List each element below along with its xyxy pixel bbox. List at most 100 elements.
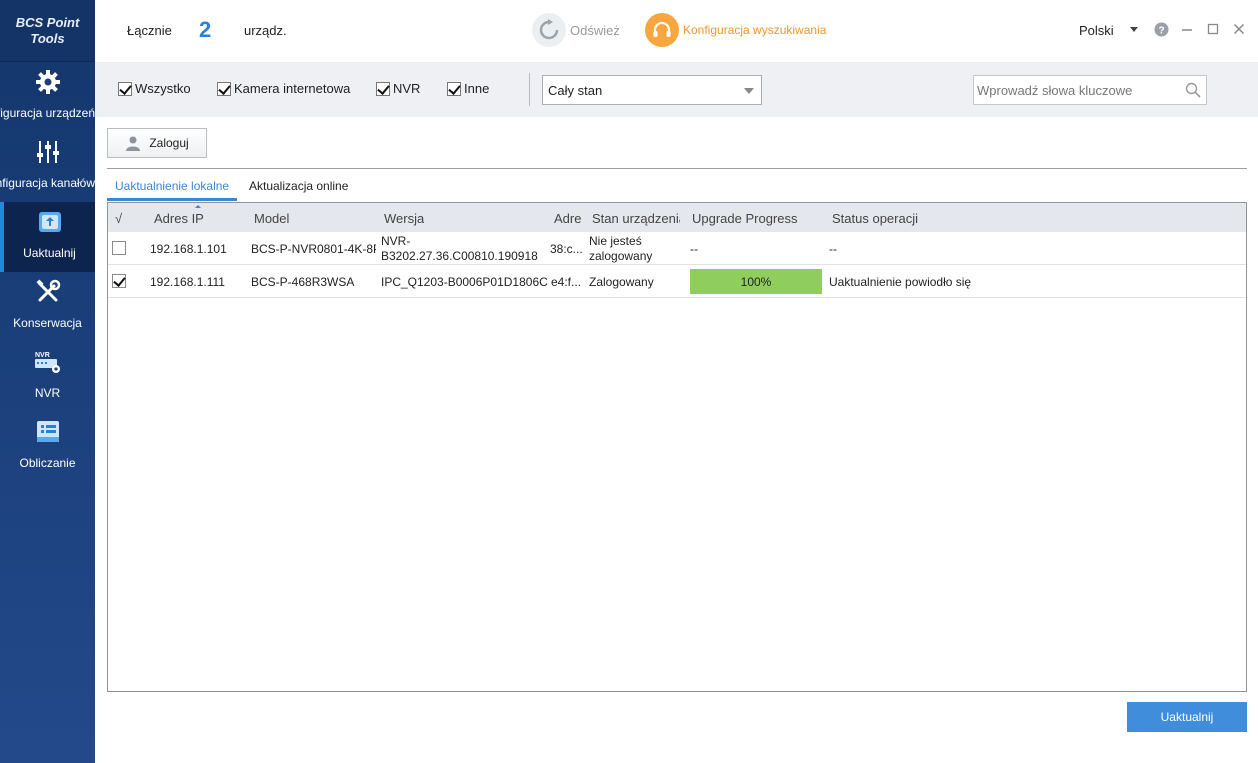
upgrade-progress-bar: 100% <box>690 269 822 294</box>
tab-online-update[interactable]: Aktualizacja online <box>241 179 356 201</box>
svg-text:?: ? <box>1158 25 1164 36</box>
language-select[interactable]: Polski <box>1079 23 1114 38</box>
cell-progress: -- <box>690 242 698 256</box>
sidebar-item-label: Konserwacja <box>13 316 82 330</box>
gear-icon <box>35 68 61 96</box>
brand-line-1: BCS Point <box>15 14 80 30</box>
row-checkbox[interactable] <box>112 274 126 288</box>
login-label: Zaloguj <box>149 136 189 150</box>
help-icon[interactable]: ? <box>1153 20 1169 38</box>
cell-model: BCS-P-468R3WSA <box>251 275 355 289</box>
column-header-model[interactable]: Model <box>254 211 289 226</box>
cell-ip: 192.168.1.111 <box>150 275 225 289</box>
separator <box>107 168 1247 169</box>
sidebar-item-channel-config[interactable]: Konfiguracja kanałów <box>0 132 95 202</box>
cell-state-line1: Nie jesteś <box>589 234 642 248</box>
filter-nvr-checkbox[interactable]: NVR <box>376 81 420 96</box>
column-header-ip[interactable]: Adres IP <box>154 205 204 226</box>
chevron-down-icon <box>744 88 754 94</box>
tools-icon <box>34 278 62 306</box>
state-filter-value: Cały stan <box>548 83 603 98</box>
cell-mac: 38:c... <box>550 242 583 256</box>
checkbox-box[interactable] <box>118 81 132 96</box>
checkbox-box[interactable] <box>376 81 390 96</box>
cell-model: BCS-P-NVR0801-4K-8P <box>251 242 376 256</box>
filter-camera-label: Kamera internetowa <box>234 81 351 96</box>
filter-all-checkbox[interactable]: Wszystko <box>118 81 191 96</box>
cell-ip: 192.168.1.101 <box>150 242 227 256</box>
cell-version-line2: B3202.27.36.C00810.190918 <box>381 249 538 263</box>
row-checkbox[interactable] <box>112 241 126 255</box>
table-row[interactable]: 192.168.1.111 BCS-P-468R3WSA IPC_Q1203-B… <box>108 265 1246 298</box>
search-config-label: Konfiguracja wyszukiwania <box>683 23 827 37</box>
search-config-button[interactable]: Konfiguracja wyszukiwania <box>645 13 826 47</box>
search-box <box>973 75 1207 105</box>
close-icon[interactable] <box>1231 20 1247 38</box>
column-header-device-state[interactable]: Stan urządzenia <box>592 211 680 226</box>
table-header: √ Adres IP Model Wersja Adres MAC Stan u… <box>108 203 1246 232</box>
total-label: Łącznie <box>127 23 172 38</box>
sidebar-item-label: Konfiguracja urządzeń <box>0 106 95 120</box>
sidebar: BCS Point Tools Konfiguracja urządzeń Ko… <box>0 0 95 763</box>
device-table: √ Adres IP Model Wersja Adres MAC Stan u… <box>107 202 1247 692</box>
sliders-icon <box>35 138 61 166</box>
upgrade-button[interactable]: Uaktualnij <box>1127 702 1247 732</box>
filter-camera-checkbox[interactable]: Kamera internetowa <box>217 81 350 96</box>
login-button[interactable]: Zaloguj <box>107 128 207 158</box>
sidebar-item-label: Konfiguracja kanałów <box>0 176 95 190</box>
total-unit: urządz. <box>244 23 287 38</box>
column-header-operation-status[interactable]: Status operacji <box>832 211 918 226</box>
refresh-button[interactable]: Odśwież <box>532 13 620 47</box>
cell-state: Zalogowany <box>589 275 654 289</box>
filter-all-label: Wszystko <box>135 81 191 96</box>
state-filter-select[interactable]: Cały stan <box>542 75 762 105</box>
column-header-mac[interactable]: Adres MAC <box>554 211 581 226</box>
column-header-version[interactable]: Wersja <box>384 211 424 226</box>
nvr-icon: NVR <box>34 348 62 376</box>
cell-version: IPC_Q1203-B0006P01D1806C01 <box>381 275 548 289</box>
sidebar-item-label: Obliczanie <box>19 456 76 470</box>
maximize-icon[interactable] <box>1205 20 1221 38</box>
filter-nvr-label: NVR <box>393 81 421 96</box>
header: Łącznie 2 urządz. Odśwież Konfiguracja w… <box>95 0 1258 62</box>
filter-other-label: Inne <box>464 81 490 96</box>
svg-text:NVR: NVR <box>35 352 50 359</box>
sidebar-item-label: NVR <box>34 386 61 400</box>
calculator-icon <box>34 418 62 446</box>
user-icon <box>126 136 141 151</box>
device-count: 2 <box>199 17 212 42</box>
refresh-icon <box>532 13 566 47</box>
cell-status: Uaktualnienie powiodło się <box>829 275 972 289</box>
minimize-icon[interactable] <box>1179 20 1195 38</box>
column-header-check[interactable]: √ <box>115 211 122 226</box>
sidebar-item-calculation[interactable]: Obliczanie <box>0 412 95 482</box>
cell-version-line1: NVR- <box>381 234 411 248</box>
sidebar-item-device-config[interactable]: Konfiguracja urządzeń <box>0 62 95 132</box>
search-input[interactable] <box>974 76 1174 104</box>
column-header-progress[interactable]: Upgrade Progress <box>692 211 798 226</box>
chevron-down-icon[interactable] <box>1130 27 1138 32</box>
cell-state-line2: zalogowany <box>589 249 653 263</box>
app-logo: BCS Point Tools <box>0 0 95 62</box>
search-icon[interactable] <box>1185 82 1201 101</box>
progress-text: 100% <box>740 275 772 289</box>
sidebar-item-nvr[interactable]: NVR NVR <box>0 342 95 412</box>
refresh-label: Odśwież <box>570 22 620 38</box>
cell-mac: e4:f... <box>551 275 582 289</box>
filter-bar: Wszystko Kamera internetowa NVR Inne Cał… <box>95 62 1258 117</box>
divider <box>529 73 530 106</box>
cell-status: -- <box>829 242 837 256</box>
column-header-ip-label: Adres IP <box>154 211 204 226</box>
sidebar-item-label: Uaktualnij <box>23 246 76 260</box>
sort-asc-icon <box>195 205 201 208</box>
headset-icon <box>645 13 679 47</box>
upgrade-icon <box>37 208 63 236</box>
sidebar-item-maintenance[interactable]: Konserwacja <box>0 272 95 342</box>
brand-line-2: Tools <box>30 30 65 46</box>
checkbox-box[interactable] <box>217 81 231 96</box>
filter-other-checkbox[interactable]: Inne <box>447 81 489 96</box>
tab-local-upgrade[interactable]: Uaktualnienie lokalne <box>107 179 238 201</box>
checkbox-box[interactable] <box>447 81 461 96</box>
sidebar-item-upgrade[interactable]: Uaktualnij <box>0 202 95 272</box>
table-row[interactable]: 192.168.1.101 BCS-P-NVR0801-4K-8P NVR- B… <box>108 232 1246 265</box>
